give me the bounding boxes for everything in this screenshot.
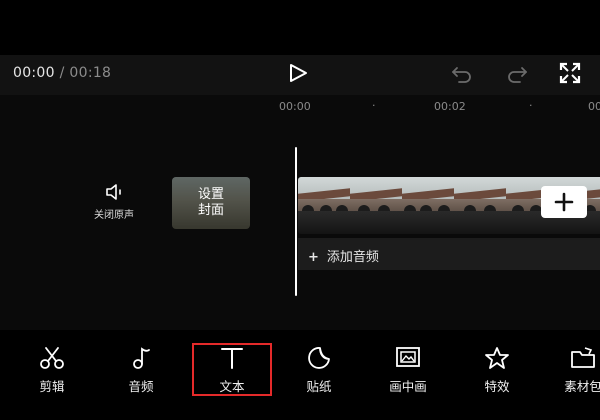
effects-star-icon bbox=[485, 347, 509, 369]
mute-original-audio-button[interactable]: 关闭原声 bbox=[84, 183, 144, 223]
tool-label: 特效 bbox=[484, 379, 510, 394]
tool-material-pack[interactable]: 素材包 bbox=[543, 346, 600, 395]
tool-effects[interactable]: 特效 bbox=[457, 346, 537, 395]
play-icon bbox=[290, 64, 307, 82]
ruler-label: 00 bbox=[588, 100, 600, 113]
play-button[interactable] bbox=[286, 62, 310, 84]
add-audio-label: 添加音频 bbox=[326, 250, 379, 265]
time-display: 00:00 / 00:18 bbox=[13, 65, 111, 81]
clip-frame bbox=[350, 177, 402, 234]
clip-frame bbox=[454, 177, 506, 234]
tool-label: 素材包 bbox=[564, 379, 600, 394]
playhead[interactable] bbox=[295, 147, 297, 296]
tool-sticker[interactable]: 贴纸 bbox=[279, 346, 359, 395]
cover-label: 设置 封面 bbox=[197, 187, 224, 218]
video-preview bbox=[0, 0, 600, 55]
ruler-dot: · bbox=[372, 99, 376, 112]
music-note-icon bbox=[133, 347, 150, 369]
speaker-icon bbox=[106, 184, 121, 200]
plus-icon: + bbox=[308, 250, 319, 265]
time-separator: / bbox=[59, 65, 65, 81]
current-time: 00:00 bbox=[13, 65, 55, 81]
total-time: 00:18 bbox=[69, 65, 112, 81]
fullscreen-icon bbox=[559, 62, 581, 84]
tool-edit[interactable]: 剪辑 bbox=[12, 346, 92, 395]
clip-frame bbox=[298, 177, 350, 234]
tool-label: 音频 bbox=[128, 379, 154, 394]
tool-audio[interactable]: 音频 bbox=[101, 346, 181, 395]
set-cover-button[interactable]: 设置 封面 bbox=[172, 177, 250, 229]
fullscreen-button[interactable] bbox=[559, 62, 581, 84]
mute-label: 关闭原声 bbox=[94, 210, 134, 221]
redo-icon bbox=[508, 67, 527, 83]
plus-icon bbox=[554, 192, 574, 212]
tool-picture-in-picture[interactable]: 画中画 bbox=[368, 346, 448, 395]
picture-in-picture-icon bbox=[396, 347, 420, 367]
ruler-label: 00:02 bbox=[434, 100, 466, 113]
selected-tool-highlight bbox=[192, 343, 272, 396]
tool-label: 剪辑 bbox=[39, 379, 65, 394]
redo-button[interactable] bbox=[506, 63, 528, 83]
ruler-label: 00:00 bbox=[279, 100, 311, 113]
sticker-icon bbox=[308, 347, 330, 369]
undo-icon bbox=[452, 67, 471, 83]
material-pack-icon bbox=[571, 347, 595, 368]
clip-frame bbox=[402, 177, 454, 234]
undo-button[interactable] bbox=[451, 63, 473, 83]
add-audio-button[interactable]: + 添加音频 bbox=[308, 246, 379, 265]
add-clip-button[interactable] bbox=[541, 186, 587, 218]
tool-label: 画中画 bbox=[389, 379, 427, 394]
tool-label: 贴纸 bbox=[306, 379, 332, 394]
ruler-dot: · bbox=[529, 99, 533, 112]
scissors-icon bbox=[40, 347, 64, 369]
